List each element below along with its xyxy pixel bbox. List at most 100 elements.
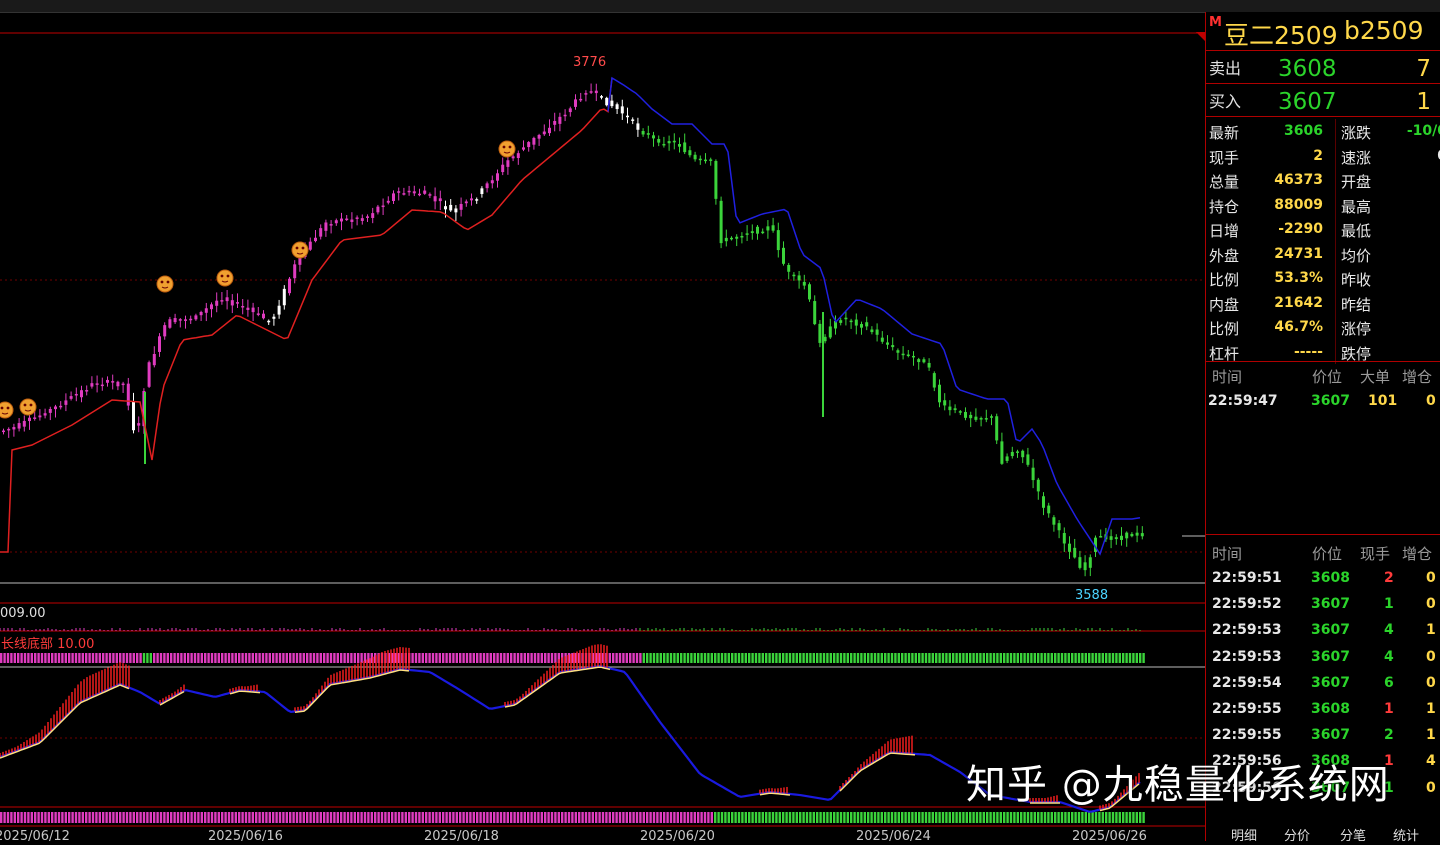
contract-title-bar: M 豆二2509 b2509 (1206, 12, 1440, 51)
indicator-bar (122, 653, 125, 663)
row-inc: 0 (1426, 393, 1436, 409)
candle-body (1026, 454, 1030, 465)
candle-body (282, 288, 286, 306)
indicator-bar (0, 812, 3, 823)
indicator-bar (200, 812, 203, 823)
candle-body (964, 411, 967, 418)
indicator-bar (136, 812, 139, 823)
tab-trades[interactable]: 分笔 (1340, 825, 1366, 844)
indicator-bar (506, 812, 509, 823)
indicator-bar (493, 812, 496, 823)
indicator-bar (1067, 653, 1070, 663)
candle-body (392, 193, 395, 201)
indicator-bar (571, 812, 574, 823)
indicator-bar (411, 653, 414, 663)
indicator-bar (737, 653, 741, 663)
indicator-bar (700, 653, 703, 663)
tick-row[interactable]: 22:59:51 3608 2 0 (1206, 566, 1440, 592)
row-price: 3607 (1311, 622, 1350, 639)
stat-label: 比例 (1209, 271, 1240, 289)
indicator-bar (1023, 812, 1026, 823)
indicator-bar (761, 812, 764, 823)
date-label-1: 2025/06/16 (208, 829, 283, 844)
candle-body (184, 319, 187, 321)
stat-label: 速涨 (1341, 148, 1372, 167)
indicator-bar (472, 653, 475, 663)
candle-body (43, 413, 47, 416)
candle-body (485, 183, 489, 189)
candle-body (787, 264, 791, 272)
indicator-bar (941, 653, 945, 663)
indicator-bar (193, 812, 197, 823)
indicator-bar (156, 812, 159, 823)
row-inc: 0 (1426, 596, 1436, 613)
candle-body (210, 304, 213, 310)
indicator-bar (1139, 653, 1142, 663)
candle-body (1140, 533, 1144, 537)
candle-body (334, 220, 338, 224)
indicator-bar (567, 812, 571, 823)
indicator-bar (299, 653, 302, 663)
candle-body (860, 324, 863, 328)
indicator-bar (248, 812, 251, 823)
indicator-bar (935, 812, 938, 823)
indicator-bar (802, 653, 805, 663)
indicator-bar (1091, 653, 1094, 663)
indicator-bar (10, 812, 13, 823)
candle-body (90, 383, 94, 387)
tick-row[interactable]: 22:59:54 3607 6 0 (1206, 671, 1440, 697)
candle-body (225, 297, 229, 302)
tab-detail[interactable]: 明细 (1231, 825, 1257, 844)
candle-body (553, 120, 557, 125)
tick-row[interactable]: 22:59:53 3607 4 0 (1206, 645, 1440, 671)
indicator-bar (418, 812, 421, 823)
indicator-bar (1060, 812, 1064, 823)
indicator-bar (928, 812, 931, 823)
candle-body (714, 160, 718, 199)
signal-face-icon (291, 241, 309, 259)
tab-price[interactable]: 分价 (1284, 825, 1310, 844)
tick-row[interactable]: 22:59:55 3607 2 1 (1206, 723, 1440, 749)
indicator-bar (622, 653, 625, 663)
big-order-row[interactable]: 22:59:47 3607 101 0 (1206, 389, 1440, 415)
indicator-bar (265, 812, 268, 823)
indicator-bar (1142, 653, 1145, 663)
indicator-bar (948, 812, 951, 823)
indicator-bar (238, 653, 241, 663)
indicator-bar (605, 812, 608, 823)
candle-body (1073, 547, 1077, 558)
tab-stats[interactable]: 统计 (1393, 825, 1419, 844)
indicator-bar (802, 812, 805, 823)
tick-row[interactable]: 22:59:52 3607 1 0 (1206, 592, 1440, 618)
indicator-bar (329, 653, 333, 663)
candle-body (818, 323, 822, 343)
indicator-bar (819, 812, 822, 823)
indicator-bar (938, 653, 941, 663)
price-chart-area[interactable]: 3776 3588 009.00 长线底部 10.00 2025/06/12 2… (0, 12, 1205, 844)
candle-body (1088, 557, 1092, 568)
indicator-bar (1033, 812, 1036, 823)
indicator-bar (860, 812, 863, 823)
indicator-bar (1125, 812, 1128, 823)
indicator-bar (34, 653, 37, 663)
indicator-bar (156, 653, 159, 663)
indicator-bar (877, 653, 880, 663)
indicator-bar (1071, 812, 1074, 823)
indicator-bar (717, 812, 720, 823)
tick-row[interactable]: 22:59:55 3608 1 1 (1206, 697, 1440, 723)
indicator-bar (659, 653, 662, 663)
indicator-bar (193, 653, 197, 663)
tick-row[interactable]: 22:59:53 3607 4 1 (1206, 618, 1440, 644)
stat-value: 53.3% (1274, 270, 1323, 286)
indicator-bar (717, 653, 720, 663)
indicator-label: 长线底部 10.00 (1, 633, 94, 652)
candle-body (152, 353, 156, 366)
indicator-bar (887, 812, 890, 823)
indicator-bar (122, 812, 125, 823)
candlestick-chart[interactable] (0, 12, 1205, 841)
indicator-bar (0, 653, 3, 663)
indicator-bar (761, 653, 764, 663)
candle-body (386, 200, 390, 203)
indicator-bar (289, 812, 292, 823)
indicator-bar (673, 653, 676, 663)
